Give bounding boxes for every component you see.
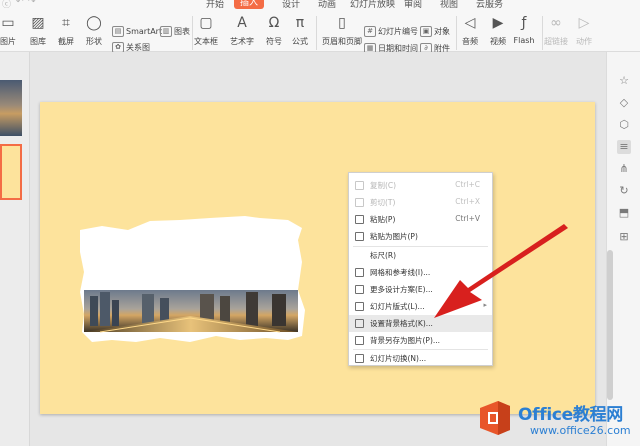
shape-button[interactable]: ◯ 形状 — [76, 14, 112, 47]
tab-review[interactable]: 审阅 — [404, 0, 422, 10]
vertical-scrollbar[interactable] — [607, 250, 613, 400]
menu-item-format-background[interactable]: 设置背景格式(K)... — [349, 315, 492, 332]
header-footer-button[interactable]: ▯ 页眉和页脚 — [320, 14, 364, 47]
menu-item-cut[interactable]: 剪切(T) Ctrl+X — [349, 194, 492, 211]
layout-icon — [355, 302, 364, 311]
tab-animation[interactable]: 动画 — [318, 0, 336, 10]
apps-grid-icon[interactable]: ⊞ — [617, 230, 631, 244]
screenshot-icon: ⌗ — [62, 15, 70, 31]
smartart-icon: ▤ — [112, 26, 124, 37]
omega-icon: Ω — [268, 15, 280, 31]
context-menu: 复制(C) Ctrl+C 剪切(T) Ctrl+X 粘贴(P) Ctrl+V 粘… — [348, 172, 493, 366]
share-icon[interactable]: ⋔ — [617, 162, 631, 176]
menu-item-slide-layout[interactable]: 幻灯片版式(L)... ▸ — [349, 298, 492, 315]
chart-icon: ▥ — [160, 26, 172, 37]
speaker-icon: ◁ — [464, 15, 476, 31]
video-icon: ▶ — [492, 15, 504, 31]
paste-icon — [355, 215, 364, 224]
header-footer-icon: ▯ — [338, 15, 346, 31]
wordart-button[interactable]: A 艺术字 — [224, 14, 260, 47]
tab-home[interactable]: 开始 — [206, 0, 224, 10]
watermark-site: www.office26.com — [530, 424, 631, 437]
menu-item-grid-guides[interactable]: 网格和参考线(I)... — [349, 264, 492, 281]
undo-icon[interactable]: ↶ — [16, 0, 24, 7]
redo-icon[interactable]: ↷ — [28, 0, 36, 7]
menu-item-paste-as-picture[interactable]: 粘贴为图片(P) — [349, 228, 492, 245]
gallery-icon: ▨ — [31, 15, 45, 31]
flash-icon: ƒ — [521, 15, 527, 31]
slide-number-icon: # — [364, 26, 376, 37]
slide-thumbnail-2-selected[interactable] — [0, 144, 22, 200]
link-icon: ∞ — [550, 15, 562, 31]
textbox-icon: ▢ — [199, 15, 213, 31]
ribbon-divider — [316, 16, 317, 50]
backup-icon[interactable]: ⬒ — [617, 206, 631, 220]
formula-button[interactable]: π 公式 — [282, 14, 318, 47]
textbox-button[interactable]: ▢ 文本框 — [188, 14, 224, 47]
paste-as-picture-icon — [355, 232, 364, 241]
slide-thumbnail-1[interactable] — [0, 80, 22, 136]
play-icon: ▷ — [578, 15, 590, 31]
watermark-brand: Office教程网 — [518, 405, 623, 425]
ribbon-toolbar: ▭ 图片 ▨ 图库 ⌗ 截屏 ◯ 形状 ▤ SmartArt ▥ 图表 ✿ 关系… — [0, 10, 640, 54]
submenu-arrow-icon: ▸ — [483, 301, 487, 309]
menu-item-save-background[interactable]: 背景另存为图片(P)... — [349, 332, 492, 349]
tab-slideshow[interactable]: 幻灯片放映 — [350, 0, 395, 10]
slide-number-button[interactable]: # 幻灯片编号 — [364, 26, 418, 37]
menu-tab-bar: ⓒ ↶ ↷ 开始 插入 设计 动画 幻灯片放映 审阅 视图 云服务 — [0, 0, 640, 10]
right-task-pane: ☆ ◇ ⬡ ≡ ⋔ ↻ ⬒ ⊞ — [606, 52, 640, 446]
watermark: Office教程网 www.office26.com — [476, 394, 640, 446]
picture-icon: ▭ — [1, 15, 15, 31]
quick-access-icon-1[interactable]: ⓒ — [2, 0, 11, 10]
history-icon[interactable]: ↻ — [617, 184, 631, 198]
chart-button[interactable]: ▥ 图表 — [160, 26, 190, 37]
tab-view[interactable]: 视图 — [440, 0, 458, 10]
editing-canvas — [30, 52, 606, 446]
office-logo-icon — [480, 401, 510, 435]
background-format-icon — [355, 319, 364, 328]
cut-icon — [355, 198, 364, 207]
shape-icon: ◯ — [86, 15, 102, 31]
copy-icon — [355, 181, 364, 190]
property-settings-icon[interactable]: ≡ — [617, 140, 631, 154]
menu-item-more-designs[interactable]: 更多设计方案(E)... — [349, 281, 492, 298]
pi-icon: π — [295, 15, 305, 31]
slide-graphics — [80, 216, 305, 342]
star-icon[interactable]: ☆ — [617, 74, 631, 88]
shape-style-icon[interactable]: ◇ — [617, 96, 631, 110]
object-icon: ▣ — [420, 26, 432, 37]
slide-thumbnail-panel — [0, 52, 30, 446]
transition-icon — [355, 354, 364, 363]
menu-item-paste[interactable]: 粘贴(P) Ctrl+V — [349, 211, 492, 228]
tab-insert[interactable]: 插入 — [234, 0, 265, 9]
wordart-icon: A — [237, 15, 247, 31]
tab-design[interactable]: 设计 — [282, 0, 300, 10]
tab-cloud[interactable]: 云服务 — [476, 0, 503, 10]
slide[interactable] — [40, 102, 595, 414]
flash-button[interactable]: ƒ Flash — [506, 14, 542, 45]
object-property-icon[interactable]: ⬡ — [617, 118, 631, 132]
object-button[interactable]: ▣ 对象 — [420, 26, 450, 37]
menu-item-copy[interactable]: 复制(C) Ctrl+C — [349, 177, 492, 194]
menu-item-slide-transition[interactable]: 幻灯片切换(N)... — [349, 350, 492, 367]
action-button[interactable]: ▷ 动作 — [566, 14, 602, 47]
smartart-button[interactable]: ▤ SmartArt — [112, 26, 162, 37]
save-background-icon — [355, 336, 364, 345]
design-icon — [355, 285, 364, 294]
city-photo-content — [84, 290, 298, 333]
grid-icon — [355, 268, 364, 277]
menu-item-ruler[interactable]: 标尺(R) — [349, 247, 492, 264]
